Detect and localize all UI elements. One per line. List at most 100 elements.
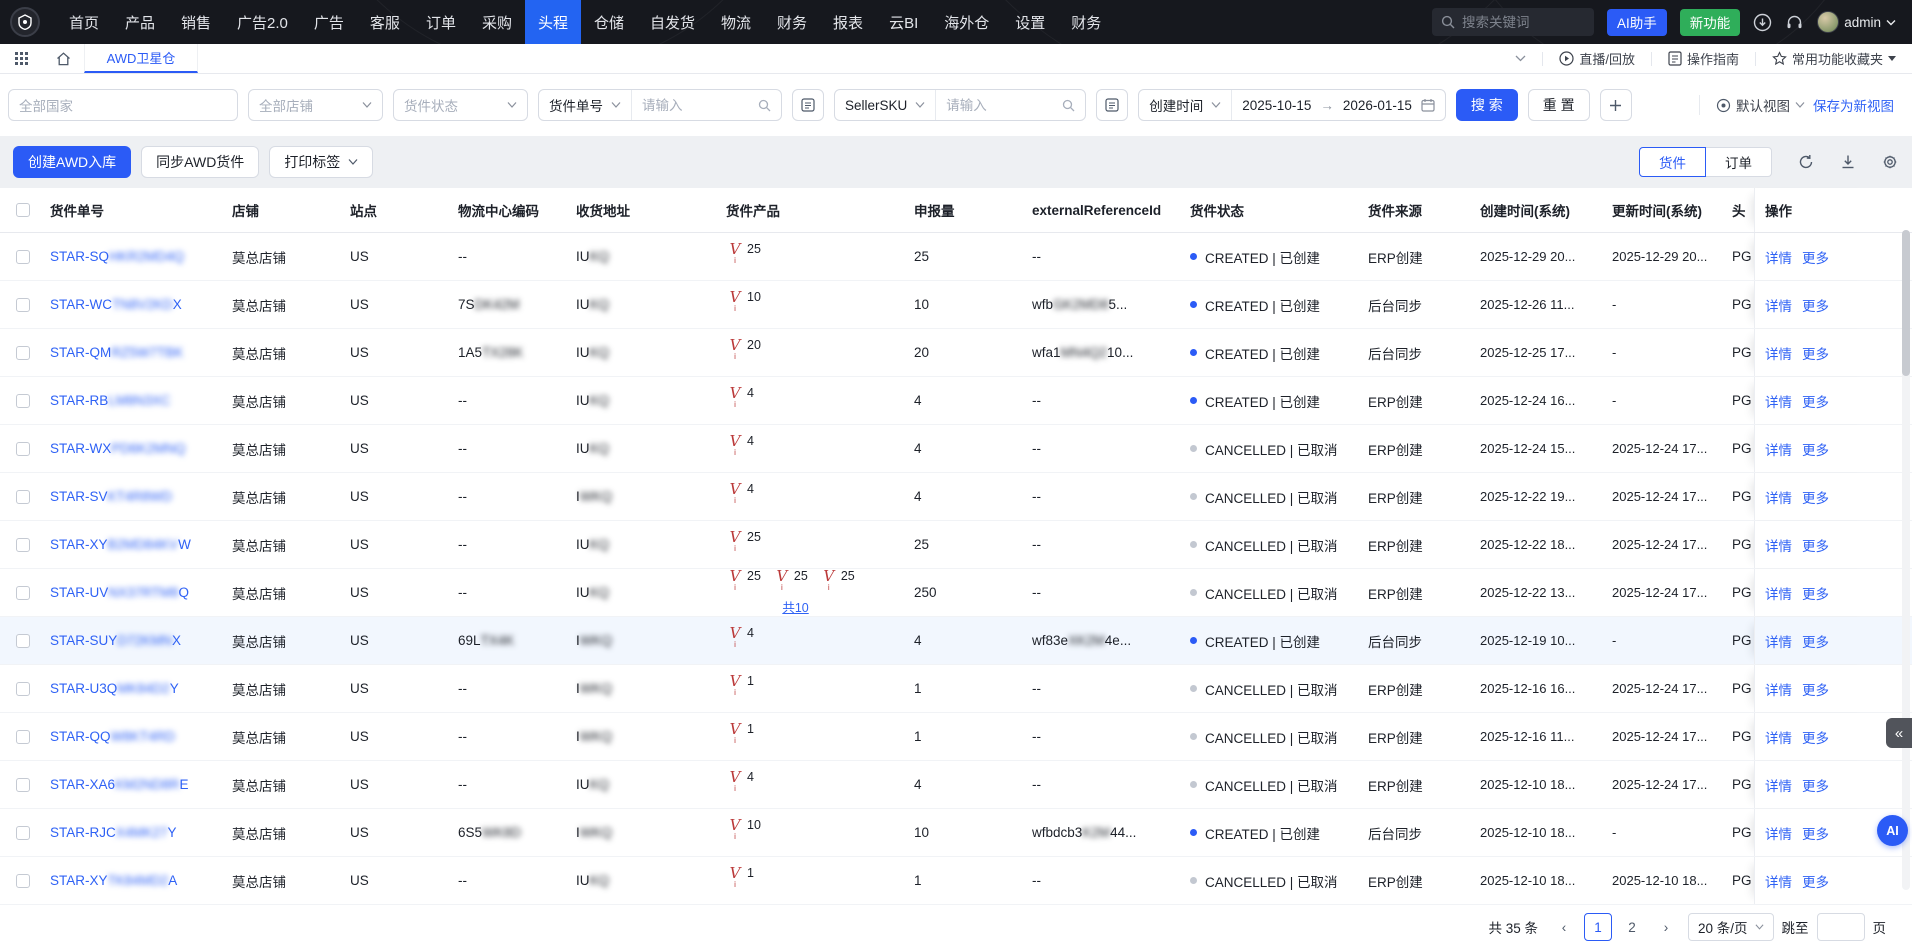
- page-number-button[interactable]: 1: [1584, 913, 1612, 941]
- search-button[interactable]: 搜 索: [1456, 89, 1518, 121]
- toggle-shipment-tab[interactable]: 货件: [1639, 147, 1706, 177]
- row-checkbox[interactable]: [16, 826, 30, 840]
- row-checkbox[interactable]: [16, 250, 30, 264]
- product-item[interactable]: Vi20: [726, 338, 761, 368]
- detail-link[interactable]: 详情: [1765, 583, 1792, 603]
- nav-item[interactable]: 报表: [820, 0, 876, 44]
- product-item[interactable]: Vi25: [726, 530, 761, 560]
- row-checkbox[interactable]: [16, 442, 30, 456]
- prev-page-button[interactable]: ‹: [1550, 913, 1578, 941]
- detail-link[interactable]: 详情: [1765, 295, 1792, 315]
- product-item[interactable]: Vi25: [820, 569, 855, 599]
- more-link[interactable]: 更多: [1802, 823, 1829, 843]
- product-item[interactable]: Vi10: [726, 818, 761, 848]
- next-page-button[interactable]: ›: [1652, 913, 1680, 941]
- more-link[interactable]: 更多: [1802, 439, 1829, 459]
- detail-link[interactable]: 详情: [1765, 679, 1792, 699]
- toggle-order-tab[interactable]: 订单: [1705, 147, 1772, 177]
- country-filter[interactable]: 全部国家: [8, 89, 238, 121]
- more-link[interactable]: 更多: [1802, 775, 1829, 795]
- create-awd-inbound-button[interactable]: 创建AWD入库: [13, 146, 131, 178]
- export-button[interactable]: [1840, 154, 1856, 170]
- shipment-id-link[interactable]: STAR-SVKT4R8WD: [50, 489, 172, 504]
- product-item[interactable]: Vi4: [726, 482, 754, 512]
- product-item[interactable]: Vi10: [726, 290, 761, 320]
- operation-guide-link[interactable]: 操作指南: [1668, 49, 1739, 68]
- shipment-id-link[interactable]: STAR-XYB2MD84KVW: [50, 537, 191, 552]
- nav-item[interactable]: 物流: [708, 0, 764, 44]
- shipment-id-link[interactable]: STAR-QQW8KT4RD: [50, 729, 175, 744]
- nav-item[interactable]: 销售: [168, 0, 224, 44]
- favorites-menu[interactable]: 常用功能收藏夹: [1772, 49, 1896, 68]
- date-range-picker[interactable]: 2025-10-15 → 2026-01-15: [1232, 90, 1445, 120]
- tab-awd-warehouse[interactable]: AWD卫星仓: [84, 44, 198, 73]
- products-more-link[interactable]: 共10: [782, 597, 808, 616]
- row-checkbox[interactable]: [16, 874, 30, 888]
- row-checkbox[interactable]: [16, 346, 30, 360]
- detail-link[interactable]: 详情: [1765, 439, 1792, 459]
- detail-link[interactable]: 详情: [1765, 487, 1792, 507]
- batch-search-button[interactable]: [1096, 89, 1128, 121]
- row-checkbox[interactable]: [16, 394, 30, 408]
- shipment-id-link[interactable]: STAR-SUYD72KMNX: [50, 633, 181, 648]
- nav-item[interactable]: 财务: [1058, 0, 1114, 44]
- nav-item[interactable]: 广告2.0: [224, 0, 301, 44]
- app-logo[interactable]: [10, 7, 40, 37]
- nav-item[interactable]: 设置: [1002, 0, 1058, 44]
- shipment-no-input[interactable]: [642, 98, 750, 113]
- shipment-id-link[interactable]: STAR-XA6KM2ND8RE: [50, 777, 189, 792]
- shipment-id-link[interactable]: STAR-RJCX4MK27Y: [50, 825, 177, 840]
- nav-item[interactable]: 云BI: [876, 0, 931, 44]
- reset-button[interactable]: 重 置: [1528, 89, 1590, 121]
- detail-link[interactable]: 详情: [1765, 871, 1792, 891]
- vertical-scrollbar[interactable]: [1902, 230, 1910, 890]
- row-checkbox[interactable]: [16, 634, 30, 648]
- nav-item[interactable]: 广告: [301, 0, 357, 44]
- shipment-id-link[interactable]: STAR-RBLM8N3XC: [50, 393, 171, 408]
- headset-support-icon[interactable]: [1785, 13, 1804, 32]
- row-checkbox[interactable]: [16, 538, 30, 552]
- add-filter-button[interactable]: [1600, 89, 1632, 121]
- detail-link[interactable]: 详情: [1765, 631, 1792, 651]
- ai-assistant-button[interactable]: AI助手: [1607, 9, 1667, 36]
- app-launcher-button[interactable]: [0, 44, 42, 73]
- nav-item[interactable]: 头程: [525, 0, 581, 44]
- nav-item[interactable]: 首页: [56, 0, 112, 44]
- detail-link[interactable]: 详情: [1765, 823, 1792, 843]
- global-search[interactable]: [1432, 8, 1594, 36]
- product-item[interactable]: Vi4: [726, 770, 754, 800]
- nav-item[interactable]: 财务: [764, 0, 820, 44]
- sku-field-select[interactable]: SellerSKU: [835, 90, 935, 120]
- jump-page-input[interactable]: [1817, 913, 1865, 941]
- more-link[interactable]: 更多: [1802, 295, 1829, 315]
- row-checkbox[interactable]: [16, 730, 30, 744]
- sku-input[interactable]: [946, 98, 1054, 113]
- product-item[interactable]: Vi1: [726, 866, 754, 896]
- more-link[interactable]: 更多: [1802, 535, 1829, 555]
- product-item[interactable]: Vi4: [726, 626, 754, 656]
- shipment-id-link[interactable]: STAR-U3QMK84D2Y: [50, 681, 179, 696]
- shipment-id-link[interactable]: STAR-WXPD6K2MNQ: [50, 441, 186, 456]
- shop-filter[interactable]: 全部店铺: [248, 89, 383, 121]
- shipment-id-link[interactable]: STAR-SQHKR2MD4Q: [50, 249, 184, 264]
- row-checkbox[interactable]: [16, 490, 30, 504]
- nav-item[interactable]: 客服: [357, 0, 413, 44]
- row-checkbox[interactable]: [16, 682, 30, 696]
- more-link[interactable]: 更多: [1802, 487, 1829, 507]
- global-search-input[interactable]: [1462, 15, 1572, 30]
- refresh-button[interactable]: [1798, 154, 1814, 170]
- nav-item[interactable]: 自发货: [637, 0, 708, 44]
- row-checkbox[interactable]: [16, 298, 30, 312]
- scrollbar-thumb[interactable]: [1902, 230, 1910, 376]
- more-link[interactable]: 更多: [1802, 583, 1829, 603]
- more-link[interactable]: 更多: [1802, 727, 1829, 747]
- product-item[interactable]: Vi1: [726, 722, 754, 752]
- collapse-panel-handle[interactable]: «: [1886, 718, 1912, 748]
- more-link[interactable]: 更多: [1802, 247, 1829, 267]
- product-item[interactable]: Vi1: [726, 674, 754, 704]
- default-view-select[interactable]: 默认视图: [1716, 95, 1805, 115]
- home-button[interactable]: [42, 44, 84, 73]
- sync-awd-shipment-button[interactable]: 同步AWD货件: [141, 146, 259, 178]
- table-settings-button[interactable]: [1882, 154, 1898, 170]
- nav-item[interactable]: 采购: [469, 0, 525, 44]
